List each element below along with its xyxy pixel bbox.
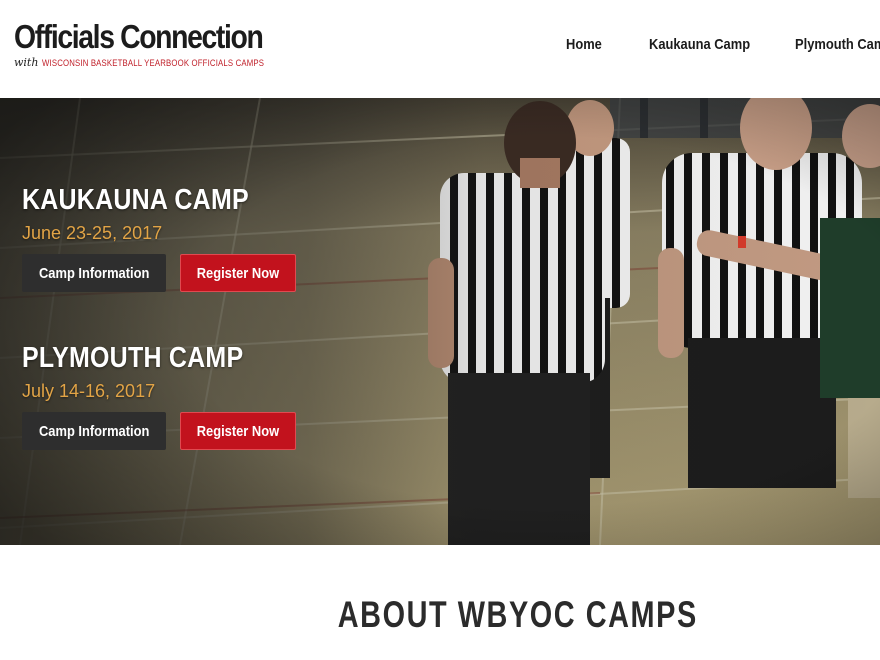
camp-information-button[interactable]: Camp Information bbox=[22, 254, 166, 292]
nav-item-kaukauna-camp[interactable]: Kaukauna Camp bbox=[649, 36, 750, 53]
camp-buttons: Camp Information Register Now bbox=[22, 254, 296, 292]
camp-information-label: Camp Information bbox=[38, 264, 150, 282]
camp-title: KAUKAUNA CAMP bbox=[22, 184, 249, 216]
plymouth-camp-block: PLYMOUTH CAMP July 14-16, 2017 Camp Info… bbox=[22, 342, 296, 450]
camp-date: July 14-16, 2017 bbox=[22, 381, 156, 401]
nav-item-plymouth-camp[interactable]: Plymouth Camp bbox=[795, 36, 880, 53]
main-nav: Home Kaukauna Camp Plymouth Camp bbox=[0, 36, 880, 60]
site-header: Officials Connection with WISCONSIN BASK… bbox=[0, 0, 880, 98]
about-section-title: ABOUT WBYOC CAMPS bbox=[0, 594, 880, 636]
register-now-button[interactable]: Register Now bbox=[180, 412, 296, 450]
camp-date: June 23-25, 2017 bbox=[22, 223, 163, 243]
camp-buttons: Camp Information Register Now bbox=[22, 412, 296, 450]
register-now-button[interactable]: Register Now bbox=[180, 254, 296, 292]
register-now-label: Register Now bbox=[196, 264, 280, 282]
nav-item-home[interactable]: Home bbox=[566, 36, 602, 53]
register-now-label: Register Now bbox=[196, 422, 280, 440]
camp-information-button[interactable]: Camp Information bbox=[22, 412, 166, 450]
hero-banner: KAUKAUNA CAMP June 23-25, 2017 Camp Info… bbox=[0, 98, 880, 545]
about-title-text: ABOUT WBYOC CAMPS bbox=[337, 594, 698, 635]
kaukauna-camp-block: KAUKAUNA CAMP June 23-25, 2017 Camp Info… bbox=[22, 184, 296, 292]
hero-photo-referees bbox=[0, 98, 880, 545]
camp-information-label: Camp Information bbox=[38, 422, 150, 440]
camp-title: PLYMOUTH CAMP bbox=[22, 342, 244, 374]
